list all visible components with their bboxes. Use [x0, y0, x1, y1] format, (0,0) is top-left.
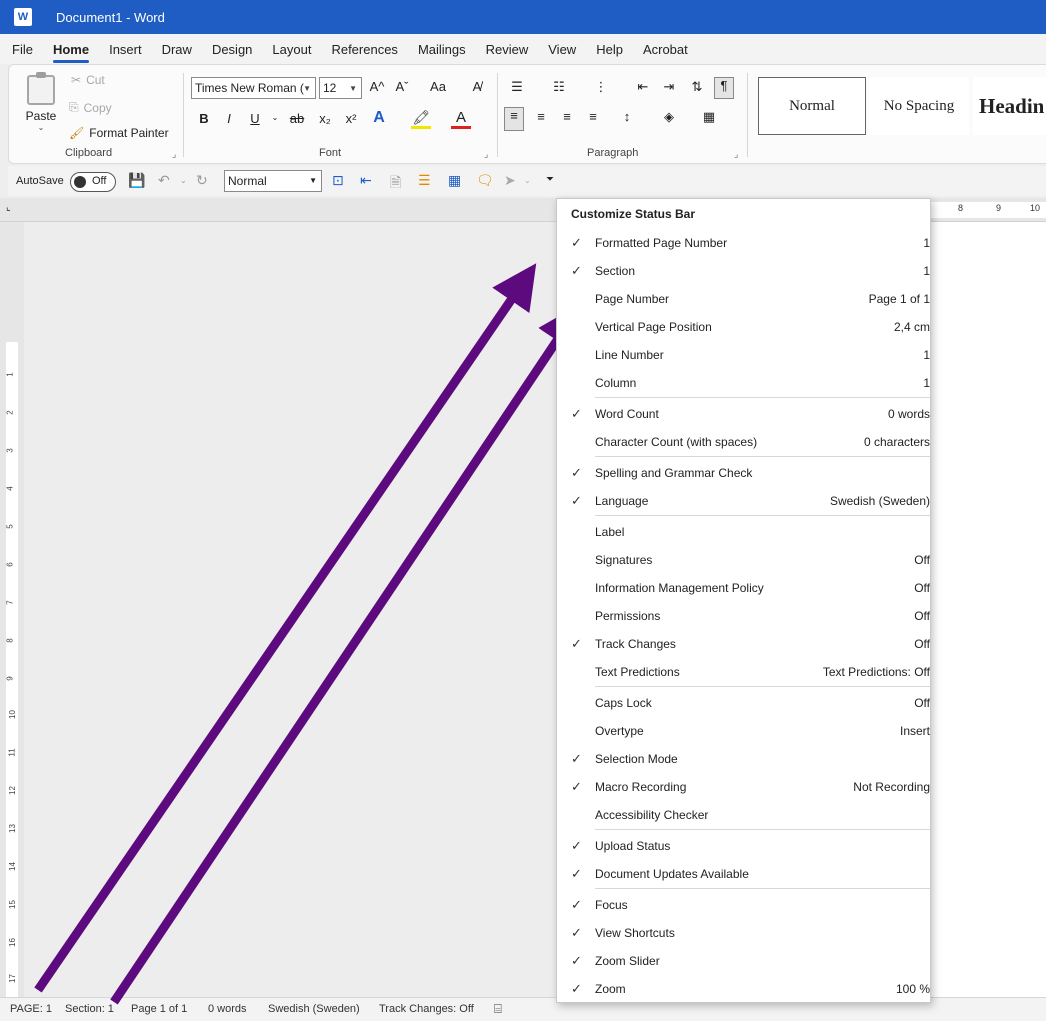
menu-item-column[interactable]: Column 1	[557, 369, 932, 397]
menu-item-label: Word Count	[595, 407, 659, 421]
menu-item-value: 0 characters	[863, 435, 930, 449]
check-icon: ✓	[571, 897, 582, 912]
menu-item-label: Focus	[595, 898, 628, 912]
menu-separator	[595, 888, 930, 889]
menu-item-value: Off	[914, 609, 930, 623]
check-icon: ✓	[571, 493, 582, 508]
menu-item-document-updates[interactable]: ✓ Document Updates Available	[557, 860, 932, 888]
menu-item-value: 1	[923, 264, 930, 278]
menu-item-value: Off	[914, 696, 930, 710]
menu-item-label: Document Updates Available	[595, 867, 749, 881]
menu-item-label: Label	[595, 525, 625, 539]
menu-item-word-count[interactable]: ✓ Word Count 0 words	[557, 400, 932, 428]
menu-item-information-management-policy[interactable]: Information Management Policy Off	[557, 574, 932, 602]
menu-item-selection-mode[interactable]: ✓ Selection Mode	[557, 745, 932, 773]
menu-item-label: Macro Recording	[595, 780, 687, 794]
menu-item-label: Text Predictions	[595, 665, 680, 679]
menu-item-value: Off	[914, 553, 930, 567]
menu-item-value: 1	[923, 376, 930, 390]
check-icon: ✓	[571, 636, 582, 651]
arrow-to-page-number	[110, 303, 583, 1005]
check-icon: ✓	[571, 235, 582, 250]
menu-item-label: Information Management Policy	[595, 581, 764, 595]
menu-item-label: Zoom Slider	[595, 954, 660, 968]
check-icon: ✓	[571, 953, 582, 968]
menu-item-zoom[interactable]: ✓ Zoom 100 %	[557, 975, 932, 1003]
check-icon: ✓	[571, 779, 582, 794]
check-icon: ✓	[571, 263, 582, 278]
menu-item-spelling-grammar[interactable]: ✓ Spelling and Grammar Check	[557, 459, 932, 487]
menu-item-label: Overtype	[595, 724, 644, 738]
menu-item-label: Line Number	[595, 348, 664, 362]
menu-item-label: Page Number	[595, 292, 670, 306]
check-icon: ✓	[571, 981, 582, 996]
menu-item-vertical-page-position[interactable]: Vertical Page Position 2,4 cm	[557, 313, 932, 341]
menu-item-line-number[interactable]: Line Number 1	[557, 341, 932, 369]
check-icon: ✓	[571, 465, 582, 480]
menu-item-upload-status[interactable]: ✓ Upload Status	[557, 832, 932, 860]
menu-separator	[595, 515, 930, 516]
menu-item-label: Language	[595, 494, 649, 508]
menu-item-overtype[interactable]: Overtype Insert	[557, 717, 932, 745]
menu-item-value: 1	[923, 348, 930, 362]
menu-item-value: 2,4 cm	[893, 320, 930, 334]
menu-item-value: 1	[923, 236, 930, 250]
menu-item-value: 100 %	[895, 982, 930, 996]
menu-item-value: Insert	[899, 724, 930, 738]
check-icon: ✓	[571, 406, 582, 421]
menu-title: Customize Status Bar	[571, 207, 696, 221]
menu-item-page-number[interactable]: Page Number Page 1 of 1	[557, 285, 932, 313]
check-icon: ✓	[571, 866, 582, 881]
menu-item-label: Signatures	[595, 553, 653, 567]
menu-item-permissions[interactable]: Permissions Off	[557, 602, 932, 630]
menu-item-character-count[interactable]: Character Count (with spaces) 0 character…	[557, 428, 932, 456]
menu-item-label: Section	[595, 264, 636, 278]
menu-separator	[595, 397, 930, 398]
menu-item-label: Vertical Page Position	[595, 320, 712, 334]
menu-item-value: 0 words	[887, 407, 930, 421]
menu-item-macro-recording[interactable]: ✓ Macro Recording Not Recording	[557, 773, 932, 801]
menu-item-value: Swedish (Sweden)	[829, 494, 930, 508]
menu-item-track-changes[interactable]: ✓ Track Changes Off	[557, 630, 932, 658]
menu-separator	[595, 829, 930, 830]
menu-item-label: View Shortcuts	[595, 926, 675, 940]
menu-item-label: Spelling and Grammar Check	[595, 466, 753, 480]
check-icon: ✓	[571, 925, 582, 940]
check-icon: ✓	[571, 751, 582, 766]
menu-item-value: Page 1 of 1	[868, 292, 930, 306]
menu-separator	[595, 456, 930, 457]
menu-item-label[interactable]: Label	[557, 518, 932, 546]
menu-item-accessibility-checker[interactable]: Accessibility Checker	[557, 801, 932, 829]
menu-item-label: Formatted Page Number	[595, 236, 728, 250]
menu-item-value: Not Recording	[853, 780, 930, 794]
menu-item-label: Character Count (with spaces)	[595, 435, 758, 449]
menu-item-label: Column	[595, 376, 637, 390]
menu-item-formatted-page-number[interactable]: ✓ Formatted Page Number 1	[557, 229, 932, 257]
menu-item-caps-lock[interactable]: Caps Lock Off	[557, 689, 932, 717]
menu-item-label: Track Changes	[595, 637, 676, 651]
menu-item-label: Accessibility Checker	[595, 808, 709, 822]
menu-separator	[595, 686, 930, 687]
check-icon: ✓	[571, 838, 582, 853]
menu-item-signatures[interactable]: Signatures Off	[557, 546, 932, 574]
menu-item-label: Upload Status	[595, 839, 671, 853]
menu-item-view-shortcuts[interactable]: ✓ View Shortcuts	[557, 919, 932, 947]
menu-item-zoom-slider[interactable]: ✓ Zoom Slider	[557, 947, 932, 975]
arrow-to-section	[34, 263, 537, 993]
menu-item-language[interactable]: ✓ Language Swedish (Sweden)	[557, 487, 932, 515]
customize-status-bar-menu: Customize Status Bar ✓ Formatted Page Num…	[556, 198, 931, 1003]
menu-item-label: Selection Mode	[595, 752, 678, 766]
menu-item-value: Text Predictions: Off	[822, 665, 930, 679]
menu-item-label: Permissions	[595, 609, 661, 623]
menu-item-text-predictions[interactable]: Text Predictions Text Predictions: Off	[557, 658, 932, 686]
menu-item-label: Caps Lock	[595, 696, 652, 710]
menu-item-section[interactable]: ✓ Section 1	[557, 257, 932, 285]
menu-item-label: Zoom	[595, 982, 626, 996]
menu-item-focus[interactable]: ✓ Focus	[557, 891, 932, 919]
menu-item-value: Off	[914, 637, 930, 651]
menu-item-value: Off	[914, 581, 930, 595]
